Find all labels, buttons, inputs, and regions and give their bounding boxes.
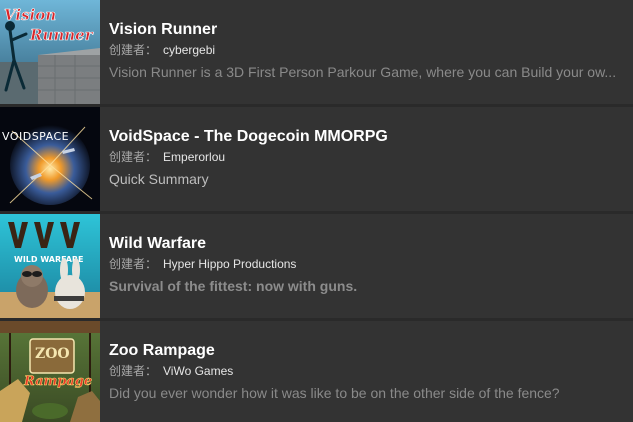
creator-label: 创建者： [109, 150, 158, 164]
game-thumbnail[interactable]: Vision Runner [0, 0, 100, 104]
creator-name[interactable]: Emperorlou [163, 150, 225, 164]
creator-name[interactable]: Hyper Hippo Productions [163, 257, 296, 271]
svg-text:Runner: Runner [29, 26, 94, 44]
game-info: VoidSpace - The Dogecoin MMORPG 创建者： Empe… [109, 107, 633, 211]
game-title[interactable]: VoidSpace - The Dogecoin MMORPG [109, 128, 388, 146]
creator-name[interactable]: cybergebi [163, 43, 215, 57]
game-description: Vision Runner is a 3D First Person Parko… [109, 64, 617, 80]
svg-text:ZOO: ZOO [35, 346, 70, 362]
svg-text:Rampage: Rampage [23, 374, 92, 389]
wild-warfare-thumbnail-image: WILD WARFARE [0, 214, 100, 318]
game-creator: 创建者： ViWo Games [109, 362, 233, 379]
game-title[interactable]: Wild Warfare [109, 235, 206, 253]
creator-label: 创建者： [109, 257, 158, 271]
zoo-rampage-thumbnail-image: ZOO Rampage [0, 321, 100, 422]
creator-name[interactable]: ViWo Games [163, 364, 233, 378]
svg-text:Vision: Vision [4, 6, 56, 24]
game-row-zoo-rampage[interactable]: ZOO Rampage Zoo Rampage 创建者： ViWo Games D… [0, 321, 633, 422]
svg-text:VOIDSPACE: VOIDSPACE [2, 130, 69, 143]
game-info: Wild Warfare 创建者： Hyper Hippo Productions… [109, 214, 633, 318]
game-list: Vision Runner Vision Runner 创建者： cybergeb… [0, 0, 633, 422]
game-row-voidspace[interactable]: VOIDSPACE VoidSpace - The Dogecoin MMORP… [0, 107, 633, 211]
vision-runner-thumbnail-image: Vision Runner [0, 0, 100, 104]
game-row-vision-runner[interactable]: Vision Runner Vision Runner 创建者： cybergeb… [0, 0, 633, 104]
game-creator: 创建者： cybergebi [109, 41, 215, 58]
creator-label: 创建者： [109, 43, 158, 57]
game-creator: 创建者： Hyper Hippo Productions [109, 255, 296, 272]
game-creator: 创建者： Emperorlou [109, 148, 225, 165]
game-thumbnail[interactable]: VOIDSPACE [0, 107, 100, 211]
game-thumbnail[interactable]: ZOO Rampage [0, 321, 100, 422]
game-title[interactable]: Zoo Rampage [109, 342, 215, 360]
game-info: Zoo Rampage 创建者： ViWo Games Did you ever … [109, 321, 633, 422]
game-title[interactable]: Vision Runner [109, 21, 217, 39]
creator-label: 创建者： [109, 364, 158, 378]
game-row-wild-warfare[interactable]: WILD WARFARE Wild Warfare 创建者： Hyper Hipp… [0, 214, 633, 318]
voidspace-thumbnail-image: VOIDSPACE [0, 107, 100, 211]
game-description: Quick Summary [109, 171, 209, 187]
game-description: Survival of the fittest: now with guns. [109, 278, 358, 294]
game-info: Vision Runner 创建者： cybergebi Vision Runne… [109, 0, 633, 104]
game-thumbnail[interactable]: WILD WARFARE [0, 214, 100, 318]
game-description: Did you ever wonder how it was like to b… [109, 385, 560, 401]
